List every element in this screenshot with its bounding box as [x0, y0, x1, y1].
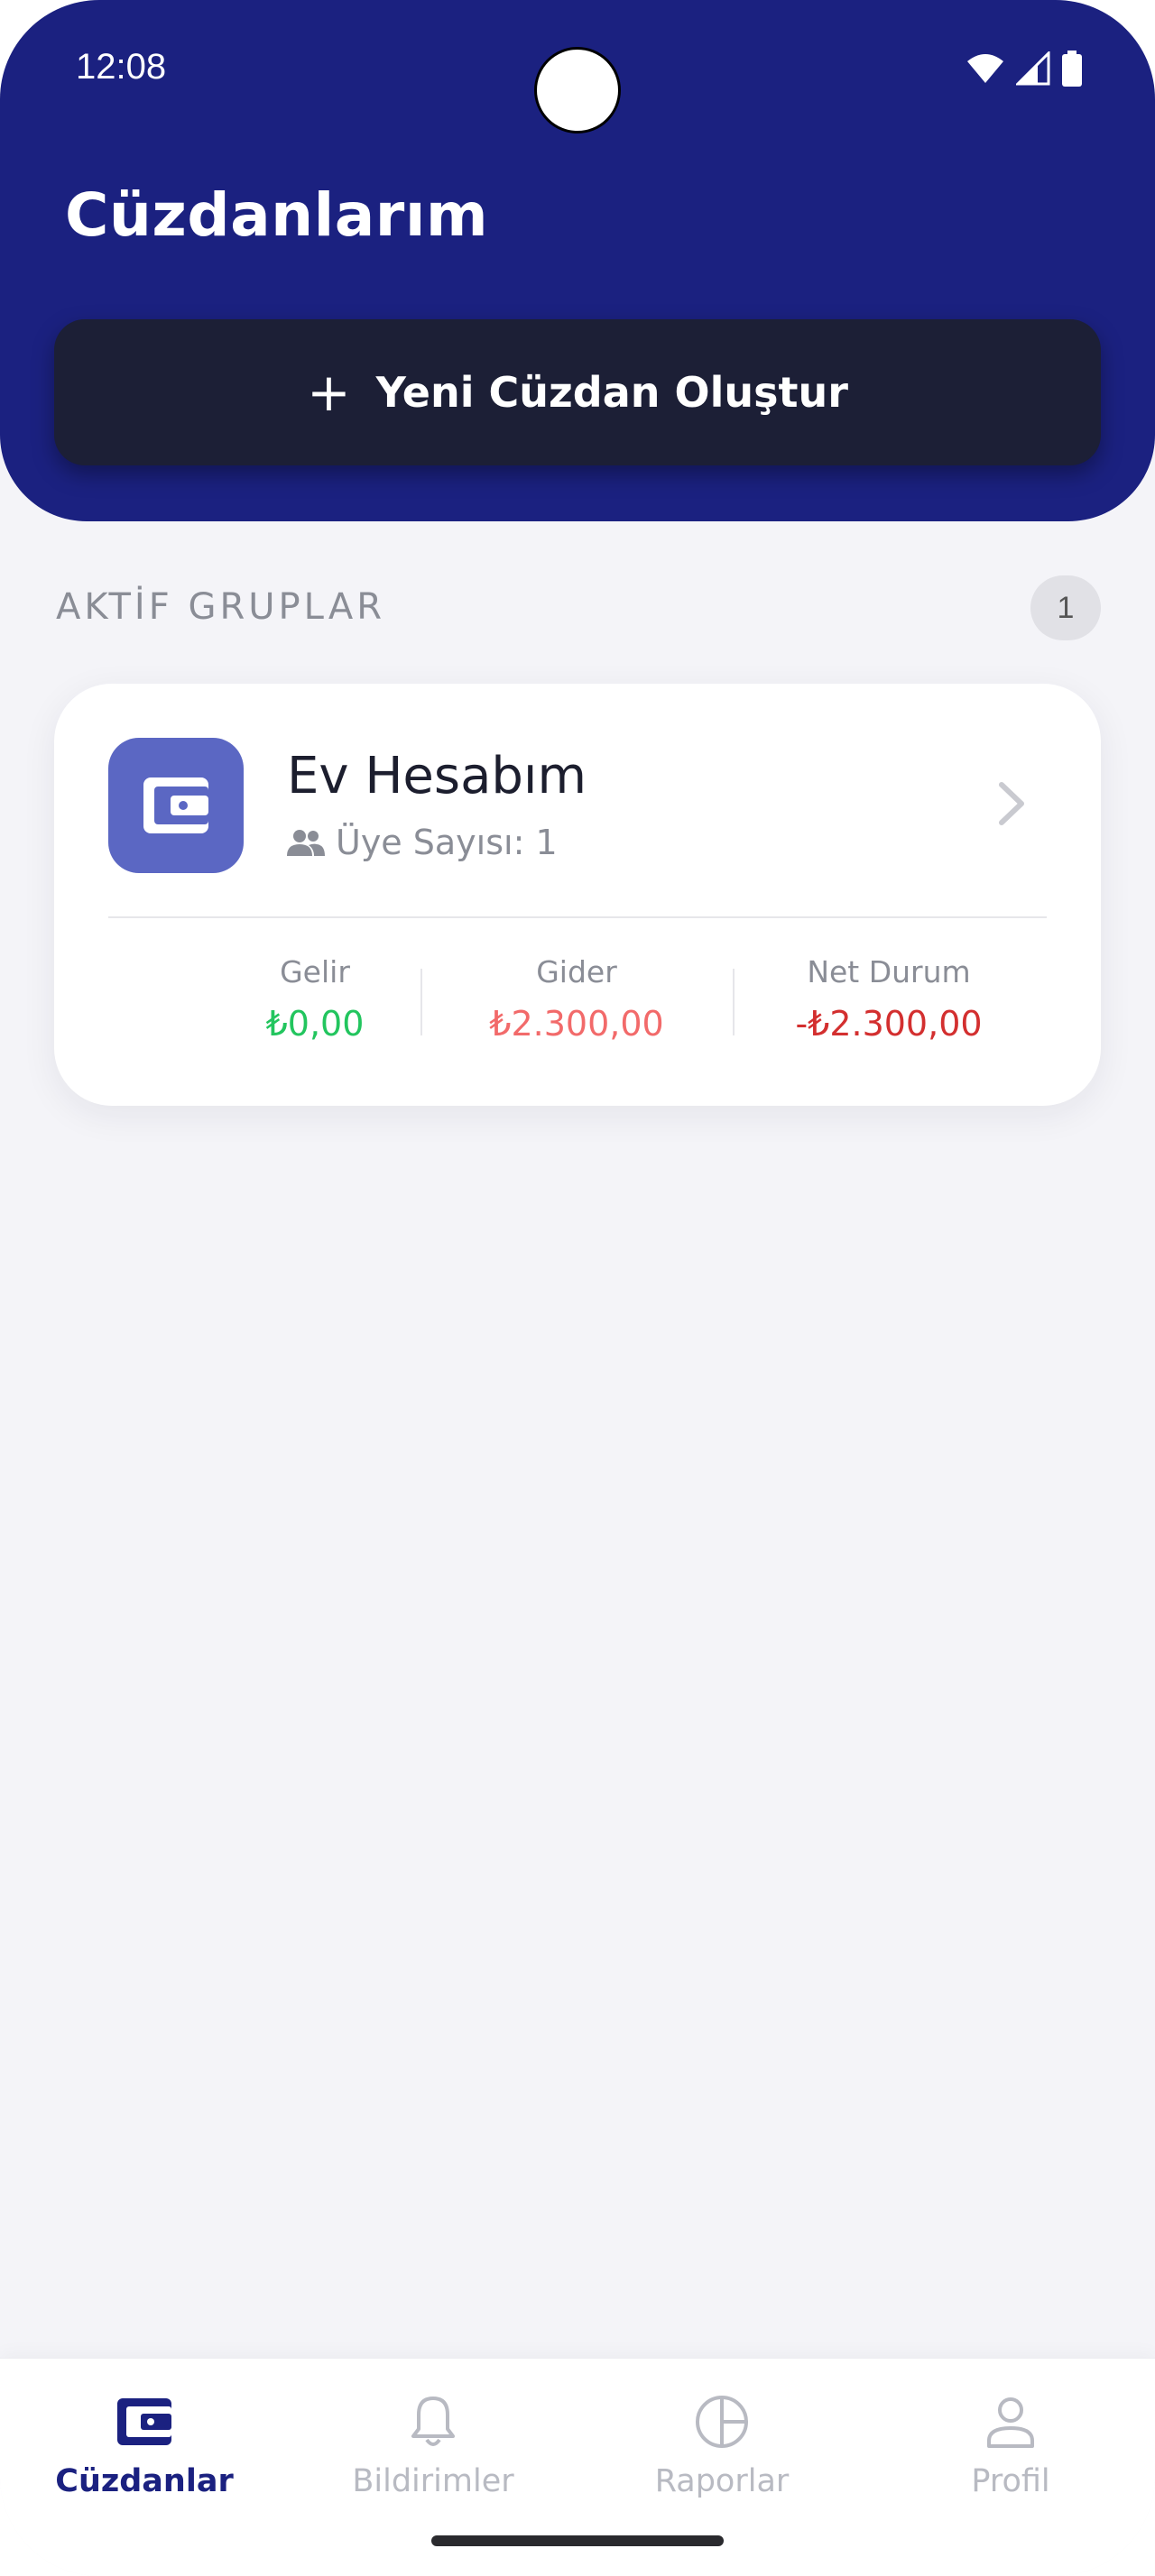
bell-icon: [411, 2397, 455, 2446]
status-icons: [966, 51, 1083, 87]
status-time: 12:08: [76, 47, 167, 87]
wifi-icon: [967, 54, 1003, 83]
person-icon: [987, 2397, 1034, 2448]
nav-item-profile[interactable]: Profil: [866, 2386, 1155, 2521]
page-title: Cüzdanlarım: [65, 180, 489, 250]
nav-label-notifications: Bildirimler: [352, 2463, 514, 2499]
nav-label-wallets: Cüzdanlar: [55, 2463, 234, 2499]
expense-stat: Gider ₺2.300,00: [420, 954, 733, 1044]
nav-label-profile: Profil: [971, 2463, 1050, 2499]
new-wallet-button-label: Yeni Cüzdan Oluştur: [375, 368, 848, 417]
card-divider: [108, 916, 1047, 918]
section-title: AKTİF GRUPLAR: [56, 586, 385, 628]
plus-icon: +: [307, 362, 351, 423]
wallet-card[interactable]: Ev Hesabım Üye Sayısı: 1 Gelir ₺0,00 Gid…: [54, 684, 1101, 1106]
nav-item-notifications[interactable]: Bildirimler: [289, 2386, 578, 2521]
camera-cutout: [534, 47, 621, 133]
chevron-right-icon: [999, 782, 1024, 825]
wallet-icon: [117, 2398, 171, 2445]
group-count-badge: 1: [1030, 575, 1101, 640]
signal-icon: [1016, 51, 1050, 86]
home-indicator[interactable]: [431, 2535, 724, 2546]
nav-item-wallets[interactable]: Cüzdanlar: [0, 2386, 289, 2521]
member-count-text: Üye Sayısı: 1: [336, 823, 558, 862]
expense-value: ₺2.300,00: [489, 1004, 664, 1044]
net-stat: Net Durum -₺2.300,00: [733, 954, 1045, 1044]
new-wallet-button[interactable]: + Yeni Cüzdan Oluştur: [54, 319, 1101, 465]
app-screen: 12:08 Cüzdanlarım + Yeni Cüzdan Oluştur …: [0, 0, 1155, 2576]
expense-label: Gider: [536, 954, 617, 989]
net-value: -₺2.300,00: [795, 1004, 983, 1044]
wallet-name: Ev Hesabım: [287, 747, 587, 805]
battery-icon: [1062, 51, 1082, 87]
pie-chart-icon: [696, 2396, 748, 2448]
wallet-icon: [143, 777, 208, 833]
nav-label-reports: Raporlar: [654, 2463, 790, 2499]
people-icon: [287, 830, 325, 856]
nav-item-reports[interactable]: Raporlar: [578, 2386, 866, 2521]
member-count-row: Üye Sayısı: 1: [287, 823, 558, 862]
wallet-avatar: [108, 738, 244, 873]
header: 12:08 Cüzdanlarım + Yeni Cüzdan Oluştur: [0, 0, 1155, 521]
net-label: Net Durum: [807, 954, 971, 989]
